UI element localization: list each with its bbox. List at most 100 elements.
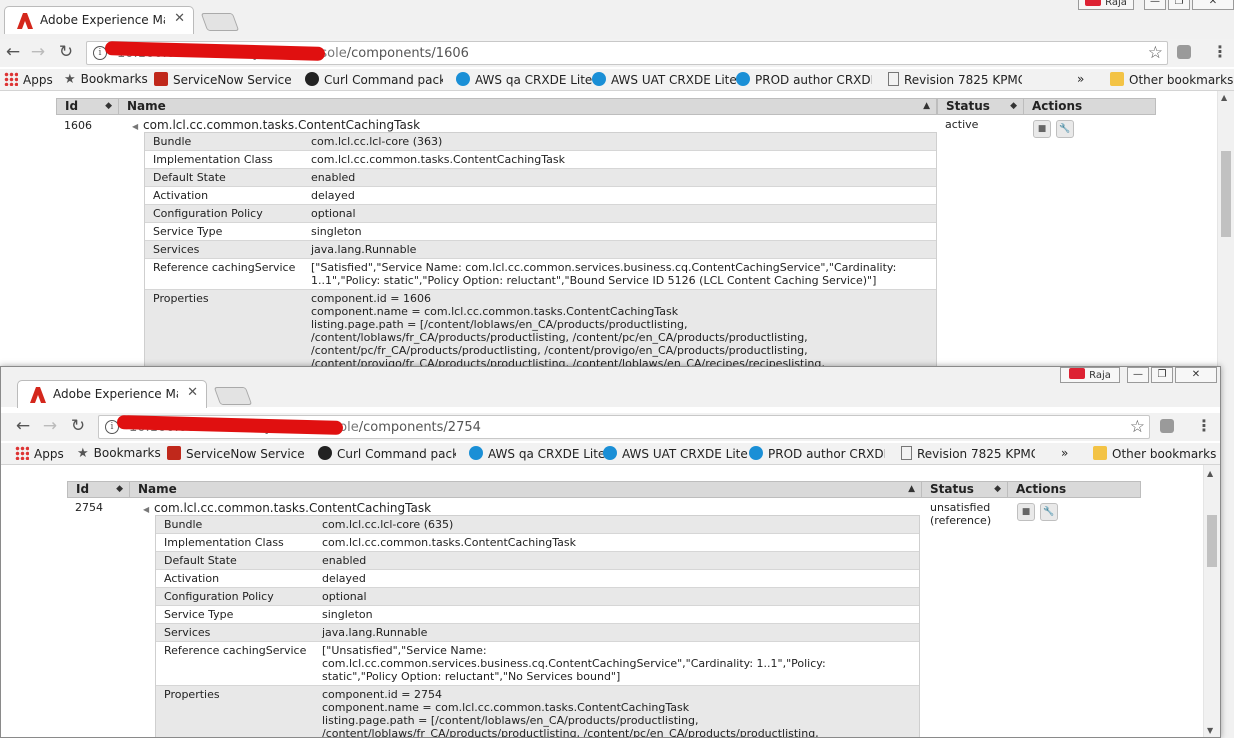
- collapse-arrow-icon[interactable]: ◀: [143, 505, 149, 514]
- page-content: Id ◆ Name ▲ Status ◆ Actions 2754 ◀ com.lcl…: [1, 465, 1220, 737]
- detail-row: Service Type singleton: [156, 606, 919, 624]
- sort-up-icon: ▲: [923, 101, 930, 111]
- bookmark-servicenow[interactable]: ServiceNow Service A: [167, 446, 307, 461]
- bookmark-other[interactable]: Other bookmarks: [1093, 446, 1216, 461]
- bookmark-prod[interactable]: PROD author CRXDE L: [749, 446, 885, 461]
- address-bar[interactable]: i 10.100.00.09:4503/system/console/compo…: [86, 41, 1168, 65]
- adobe-icon: [17, 13, 33, 29]
- maximize-button[interactable]: ❐: [1168, 0, 1190, 10]
- extension-icon[interactable]: [1177, 45, 1191, 59]
- bookmark-bookmarks[interactable]: ★ Bookmarks: [77, 446, 161, 461]
- bookmark-aws-qa[interactable]: AWS qa CRXDE Lite: [469, 446, 605, 461]
- col-header-actions: Actions: [1023, 98, 1156, 115]
- back-arrow-icon[interactable]: ←: [2, 42, 24, 62]
- detail-key: Activation: [164, 572, 220, 585]
- detail-key: Services: [153, 243, 200, 256]
- page-scrollbar[interactable]: ▲ ▼: [1203, 465, 1220, 737]
- scroll-thumb[interactable]: [1221, 151, 1231, 237]
- bookmark-label: Apps: [23, 73, 53, 87]
- row-status: active: [945, 118, 979, 131]
- bookmarks-more-button[interactable]: »: [1077, 72, 1084, 86]
- detail-key: Default State: [164, 554, 237, 567]
- forward-arrow-icon[interactable]: →: [39, 416, 61, 436]
- forward-arrow-icon[interactable]: →: [27, 42, 49, 62]
- bookmark-aws-uat[interactable]: AWS UAT CRXDE Lite: [592, 72, 737, 87]
- tab-aem[interactable]: Adobe Experience Manag ✕: [4, 6, 194, 34]
- col-header-name[interactable]: Name ▲: [118, 98, 937, 115]
- bookmark-label: Bookmarks: [80, 72, 148, 86]
- extension-icon[interactable]: [1160, 419, 1174, 433]
- col-label: Actions: [1016, 482, 1067, 496]
- back-arrow-icon[interactable]: ←: [12, 416, 34, 436]
- bookmark-aws-qa[interactable]: AWS qa CRXDE Lite: [456, 72, 592, 87]
- detail-value: singleton: [322, 608, 373, 621]
- bookmark-revision[interactable]: Revision 7825 KPMG S: [901, 446, 1035, 461]
- bookmarks-more-button[interactable]: »: [1061, 446, 1068, 460]
- bookmark-label: ServiceNow Service A: [186, 447, 307, 461]
- scroll-up-icon[interactable]: ▲: [1207, 469, 1213, 478]
- collapse-arrow-icon[interactable]: ◀: [132, 122, 138, 131]
- detail-key: Implementation Class: [164, 536, 284, 549]
- scroll-up-icon[interactable]: ▲: [1221, 93, 1227, 102]
- address-bar[interactable]: i 10.100.00.70:4502/system/console/compo…: [98, 415, 1150, 439]
- detail-row: Bundle com.lcl.cc.lcl-core (363): [145, 133, 936, 151]
- bookmark-revision[interactable]: Revision 7825 KPMG S: [888, 72, 1022, 87]
- detail-row: Properties component.id = 2754 component.…: [156, 686, 919, 737]
- col-header-id[interactable]: Id ◆: [67, 481, 130, 498]
- stop-button[interactable]: ■: [1017, 503, 1035, 521]
- detail-key: Configuration Policy: [153, 207, 263, 220]
- col-label: Actions: [1032, 99, 1083, 113]
- maximize-button[interactable]: ❐: [1151, 367, 1173, 383]
- tab-close-icon[interactable]: ✕: [187, 385, 198, 400]
- configure-wrench-button[interactable]: 🔧: [1040, 503, 1058, 521]
- menu-dots-icon[interactable]: ⋮: [1212, 42, 1228, 61]
- minimize-button[interactable]: —: [1144, 0, 1166, 10]
- detail-value: delayed: [322, 572, 366, 585]
- reload-icon[interactable]: ↻: [67, 416, 89, 436]
- bookmark-other[interactable]: Other bookmarks: [1110, 72, 1233, 87]
- component-details: Bundle com.lcl.cc.lcl-core (363) Implemen…: [144, 132, 937, 380]
- stop-button[interactable]: ■: [1033, 120, 1051, 138]
- col-header-name[interactable]: Name ▲: [129, 481, 922, 498]
- scroll-thumb[interactable]: [1207, 515, 1217, 567]
- col-header-status[interactable]: Status ◆: [937, 98, 1024, 115]
- detail-row: Implementation Class com.lcl.cc.common.ta…: [156, 534, 919, 552]
- row-name[interactable]: com.lcl.cc.common.tasks.ContentCachingTa…: [154, 501, 431, 515]
- new-tab-button[interactable]: [213, 387, 253, 405]
- bookmark-apps[interactable]: Apps: [15, 446, 64, 461]
- tab-close-icon[interactable]: ✕: [174, 11, 185, 26]
- tab-aem[interactable]: Adobe Experience Manag ✕: [17, 380, 207, 408]
- detail-row: Activation delayed: [145, 187, 936, 205]
- bookmark-curl[interactable]: Curl Command packa: [318, 446, 456, 461]
- bookmark-apps[interactable]: Apps: [4, 72, 53, 87]
- detail-value: delayed: [311, 189, 355, 202]
- new-tab-button[interactable]: [200, 13, 240, 31]
- detail-key: Default State: [153, 171, 226, 184]
- row-status: unsatisfied (reference): [930, 501, 992, 527]
- close-window-button[interactable]: ✕: [1175, 367, 1217, 383]
- minimize-button[interactable]: —: [1127, 367, 1149, 383]
- bookmark-servicenow[interactable]: ServiceNow Service A: [154, 72, 294, 87]
- page-icon: [901, 446, 912, 460]
- detail-row: Services java.lang.Runnable: [145, 241, 936, 259]
- col-header-status[interactable]: Status ◆: [921, 481, 1008, 498]
- bookmark-bookmarks[interactable]: ★ Bookmarks: [64, 72, 148, 87]
- bookmark-prod[interactable]: PROD author CRXDE L: [736, 72, 872, 87]
- scroll-down-icon[interactable]: ▼: [1207, 726, 1213, 735]
- bookmark-star-icon[interactable]: ☆: [1148, 43, 1163, 63]
- component-details: Bundle com.lcl.cc.lcl-core (635) Implemen…: [155, 515, 920, 737]
- col-label: Id: [65, 99, 79, 113]
- col-header-id[interactable]: Id ◆: [56, 98, 119, 115]
- reload-icon[interactable]: ↻: [55, 42, 77, 62]
- menu-dots-icon[interactable]: ⋮: [1196, 416, 1212, 435]
- detail-value: com.lcl.cc.lcl-core (635): [322, 518, 454, 531]
- close-window-button[interactable]: ✕: [1192, 0, 1234, 10]
- configure-wrench-button[interactable]: 🔧: [1056, 120, 1074, 138]
- bookmark-curl[interactable]: Curl Command packa: [305, 72, 443, 87]
- bookmark-aws-uat[interactable]: AWS UAT CRXDE Lite: [603, 446, 748, 461]
- profile-button[interactable]: Raja: [1078, 0, 1134, 10]
- browser-window-front: Adobe Experience Manag ✕ Raja — ❐ ✕ ← → …: [0, 366, 1221, 738]
- bookmark-star-icon[interactable]: ☆: [1130, 417, 1145, 437]
- profile-button[interactable]: Raja: [1060, 367, 1120, 383]
- row-name[interactable]: com.lcl.cc.common.tasks.ContentCachingTa…: [143, 118, 420, 132]
